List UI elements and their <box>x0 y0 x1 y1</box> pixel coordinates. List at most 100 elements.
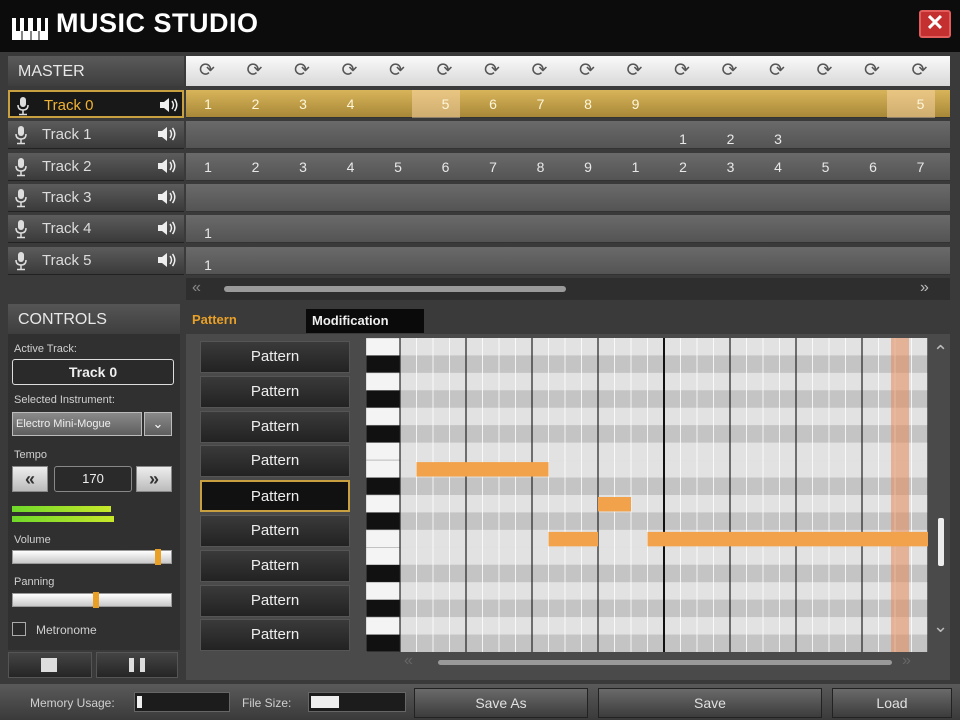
load-button[interactable]: Load <box>832 688 952 718</box>
loop-icon[interactable]: ⟳ <box>291 60 313 82</box>
track-lane[interactable]: 1 2 3 <box>186 121 950 150</box>
tempo-decrease-button[interactable]: « <box>12 466 48 492</box>
speaker-icon[interactable] <box>156 251 178 269</box>
black-key[interactable] <box>366 564 401 583</box>
speaker-icon[interactable] <box>156 125 178 143</box>
loop-icon[interactable]: ⟳ <box>814 60 836 82</box>
loop-icon[interactable]: ⟳ <box>529 60 551 82</box>
track-row[interactable]: Track 1 <box>8 121 184 150</box>
pattern-button[interactable]: Pattern <box>200 480 350 513</box>
piano-roll-grid[interactable] <box>366 338 928 652</box>
volume-label: Volume <box>14 534 51 546</box>
loop-icon[interactable]: ⟳ <box>386 60 408 82</box>
note-block[interactable] <box>647 531 929 547</box>
track-row[interactable]: Track 0 <box>8 90 184 118</box>
volume-slider-thumb[interactable] <box>154 549 161 565</box>
tab-pattern[interactable]: Pattern <box>192 312 237 327</box>
pattern-button[interactable]: Pattern <box>200 445 350 478</box>
black-key[interactable] <box>366 634 401 652</box>
stop-button[interactable] <box>8 652 92 678</box>
loop-icon[interactable]: ⟳ <box>766 60 788 82</box>
black-key[interactable] <box>366 390 401 409</box>
loop-icon[interactable]: ⟳ <box>481 60 503 82</box>
white-key[interactable] <box>366 616 401 635</box>
loop-icon[interactable]: ⟳ <box>196 60 218 82</box>
pattern-button[interactable]: Pattern <box>200 341 350 373</box>
timeline-scroll-thumb[interactable] <box>224 286 566 292</box>
pause-button[interactable] <box>96 652 178 678</box>
grid-horizontal-scrollbar[interactable]: « » <box>400 652 928 672</box>
save-button[interactable]: Save <box>598 688 822 718</box>
white-key[interactable] <box>366 529 401 548</box>
grid-vertical-scrollbar[interactable]: ⌃ ⌄ <box>930 338 952 652</box>
track-lane[interactable] <box>186 183 950 212</box>
track-row[interactable]: Track 3 <box>8 183 184 212</box>
loop-icon[interactable]: ⟳ <box>434 60 456 82</box>
save-as-button[interactable]: Save As <box>414 688 588 718</box>
scroll-left-icon[interactable]: « <box>404 652 413 670</box>
note-block[interactable] <box>416 462 549 477</box>
pattern-button[interactable]: Pattern <box>200 549 350 582</box>
panning-slider[interactable] <box>12 592 172 608</box>
instrument-dropdown-button[interactable]: ⌄ <box>144 412 172 436</box>
speaker-icon[interactable] <box>156 157 178 175</box>
piano-roll-svg[interactable] <box>366 338 928 652</box>
note-block[interactable] <box>548 531 599 547</box>
track-lane[interactable]: 1 2 3 4 5 6 7 8 9 1 2 3 4 5 6 7 <box>186 152 950 181</box>
speaker-icon[interactable] <box>158 96 180 114</box>
scroll-left-icon[interactable]: « <box>192 279 201 297</box>
white-key[interactable] <box>366 581 401 600</box>
tempo-increase-button[interactable]: » <box>136 466 172 492</box>
close-button[interactable]: ✕ <box>919 10 951 38</box>
pattern-button[interactable]: Pattern <box>200 375 350 408</box>
panning-slider-thumb[interactable] <box>93 592 100 608</box>
track-lane[interactable]: 1 <box>186 215 950 244</box>
playhead <box>891 338 909 652</box>
instrument-select[interactable]: Electro Mini-Mogue <box>12 412 142 436</box>
white-key[interactable] <box>366 338 401 356</box>
loop-icon[interactable]: ⟳ <box>576 60 598 82</box>
black-key[interactable] <box>366 599 401 618</box>
track-row[interactable]: Track 4 <box>8 215 184 244</box>
tab-modification[interactable]: Modification <box>306 309 424 333</box>
loop-icon[interactable]: ⟳ <box>624 60 646 82</box>
active-track-field[interactable]: Track 0 <box>12 359 174 385</box>
white-key[interactable] <box>366 407 401 426</box>
speaker-icon[interactable] <box>156 219 178 237</box>
scroll-up-icon[interactable]: ⌃ <box>933 342 948 363</box>
black-key[interactable] <box>366 355 401 374</box>
metronome-checkbox[interactable] <box>12 622 26 636</box>
grid-hscroll-thumb[interactable] <box>438 660 892 665</box>
pattern-button[interactable]: Pattern <box>200 515 350 547</box>
speaker-icon[interactable] <box>156 188 178 206</box>
black-key[interactable] <box>366 477 401 496</box>
white-key[interactable] <box>366 494 401 513</box>
loop-icon[interactable]: ⟳ <box>671 60 693 82</box>
loop-icon[interactable]: ⟳ <box>339 60 361 82</box>
note-block[interactable] <box>598 497 631 512</box>
black-key[interactable] <box>366 512 401 531</box>
scroll-right-icon[interactable]: » <box>902 652 911 670</box>
grid-scroll-thumb[interactable] <box>938 518 944 566</box>
loop-icon[interactable]: ⟳ <box>909 60 931 82</box>
scroll-down-icon[interactable]: ⌄ <box>933 616 948 637</box>
track-row[interactable]: Track 2 <box>8 152 184 181</box>
volume-slider[interactable] <box>12 549 172 565</box>
track-lane[interactable]: 12345678956 <box>186 90 950 118</box>
white-key[interactable] <box>366 442 401 461</box>
loop-icon[interactable]: ⟳ <box>244 60 266 82</box>
white-key[interactable] <box>366 372 401 391</box>
white-key[interactable] <box>366 459 401 478</box>
track-lane[interactable]: 1 <box>186 246 950 275</box>
timeline-scrollbar[interactable]: « » <box>186 278 950 300</box>
track-row[interactable]: Track 5 <box>8 246 184 275</box>
loop-icon[interactable]: ⟳ <box>861 60 883 82</box>
pattern-button[interactable]: Pattern <box>200 410 350 443</box>
tempo-field[interactable]: 170 <box>54 466 132 492</box>
black-key[interactable] <box>366 424 401 443</box>
loop-icon[interactable]: ⟳ <box>719 60 741 82</box>
pattern-button[interactable]: Pattern <box>200 619 350 652</box>
pattern-button[interactable]: Pattern <box>200 584 350 617</box>
white-key[interactable] <box>366 547 401 566</box>
scroll-right-icon[interactable]: » <box>920 279 929 297</box>
